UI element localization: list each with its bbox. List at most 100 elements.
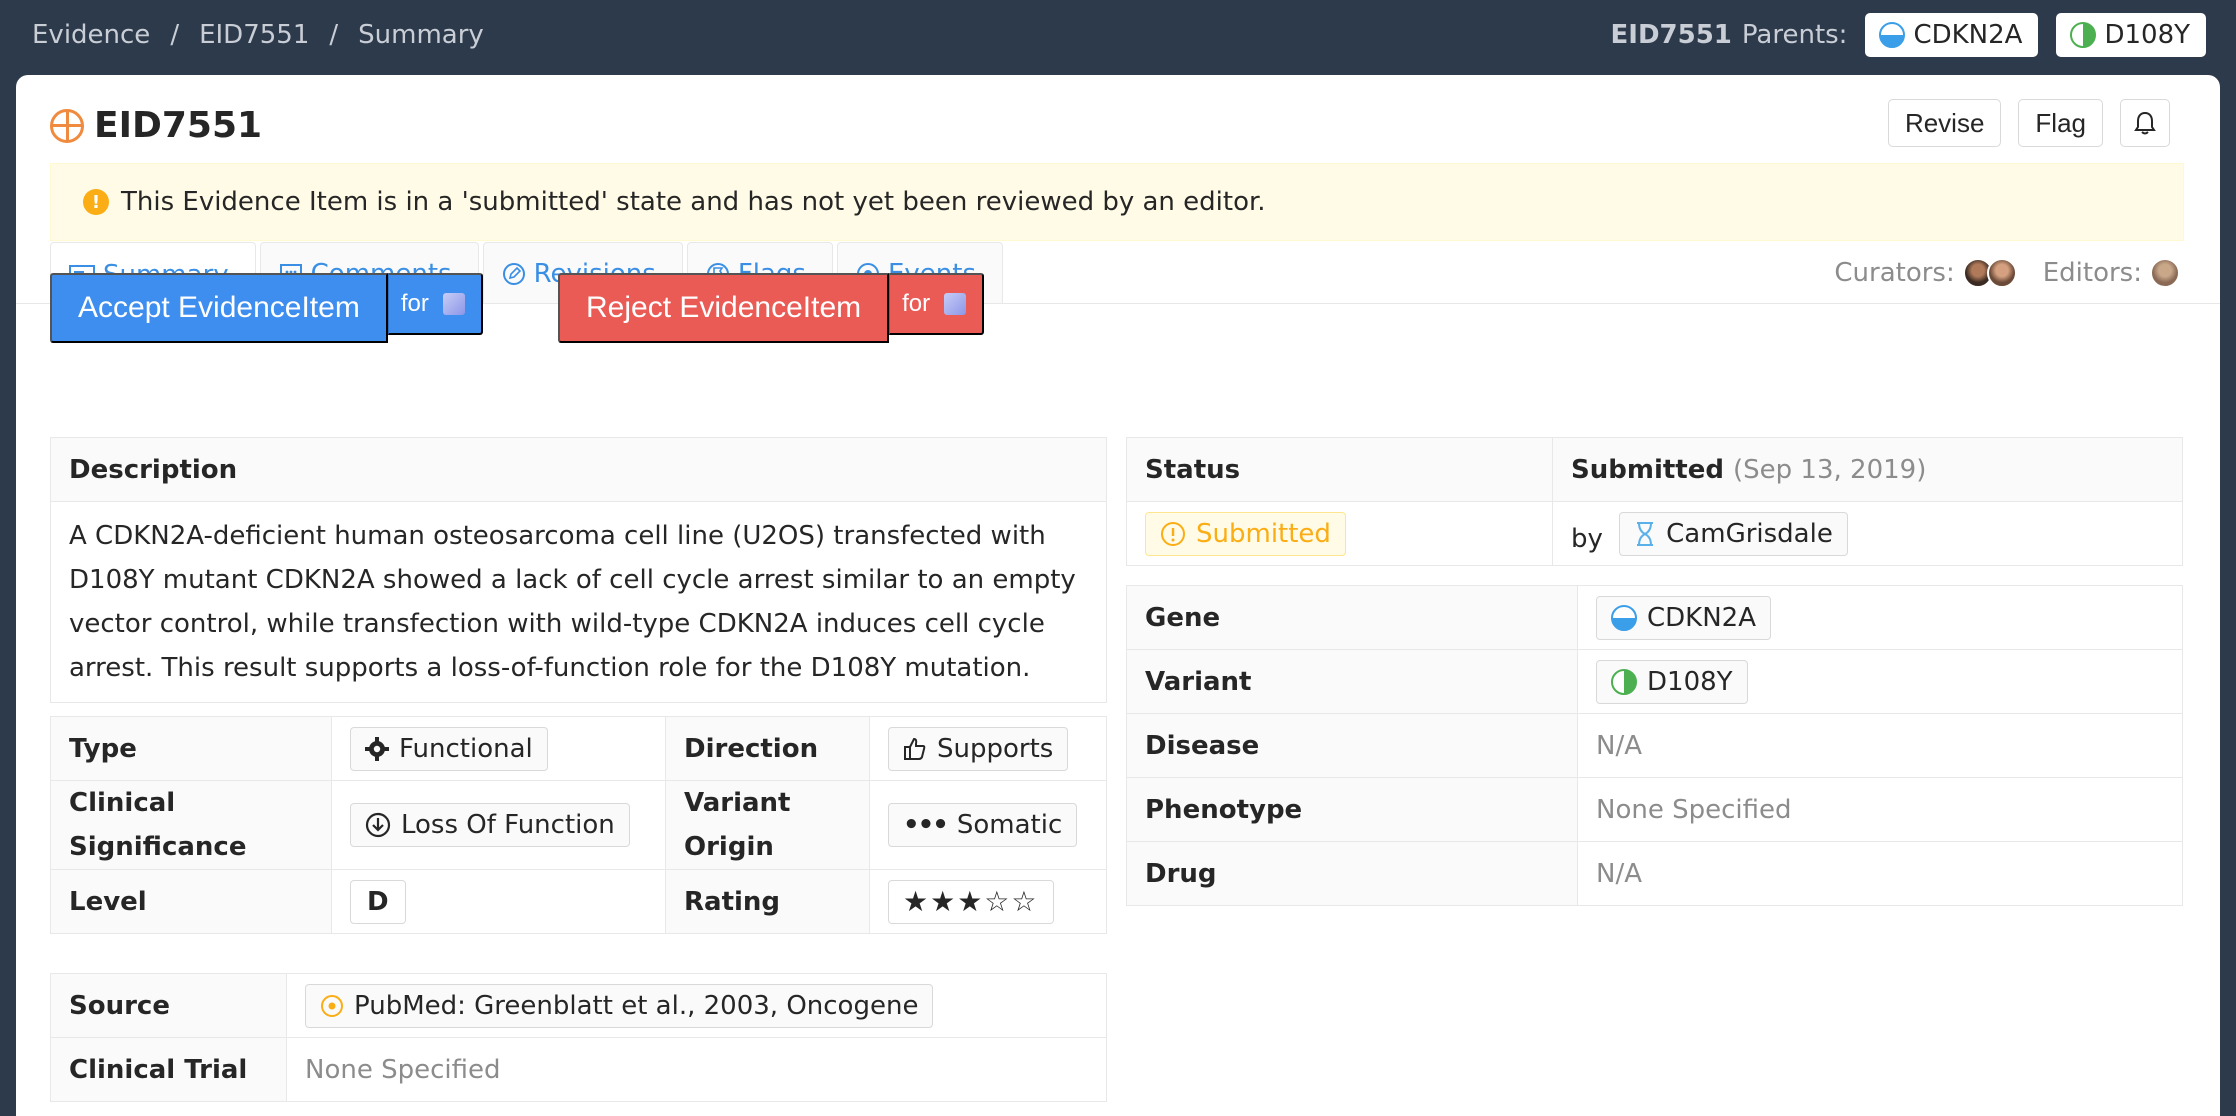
reject-for-selector[interactable]: for (889, 273, 985, 335)
clinical-significance-value: Loss Of Function (401, 810, 615, 840)
reject-button[interactable]: Reject EvidenceItem (558, 273, 890, 343)
drug-label: Drug (1126, 841, 1578, 906)
source-cell: PubMed: Greenblatt et al., 2003, Oncogen… (286, 973, 1107, 1038)
accept-for-label: for (400, 290, 429, 317)
revise-button[interactable]: Revise (1887, 99, 2002, 147)
hourglass-icon (1637, 521, 1654, 546)
phenotype-label: Phenotype (1126, 777, 1578, 842)
status-date: (Sep 13, 2019) (1733, 454, 1927, 485)
submitted-by-label: by (1571, 523, 1603, 554)
disease-label: Disease (1126, 713, 1578, 778)
rating-label: Rating (665, 869, 870, 934)
description-text: A CDKN2A-deficient human osteosarcoma ce… (50, 501, 1107, 703)
status-alert: ! This Evidence Item is in a 'submitted'… (50, 163, 2184, 241)
variant-value: D108Y (1647, 666, 1733, 697)
parent-variant-tag[interactable]: D108Y (2056, 13, 2206, 57)
clinical-trial-value: None Specified (286, 1037, 1107, 1102)
arrow-down-circle-icon (365, 812, 391, 838)
phenotype-value: None Specified (1577, 777, 2183, 842)
type-tag[interactable]: Functional (350, 726, 548, 771)
variant-icon (1611, 668, 1637, 695)
status-table: Status Submitted (Sep 13, 2019) Submitte… (1126, 437, 2183, 566)
source-icon (321, 994, 343, 1017)
source-label: Source (50, 973, 287, 1038)
level-cell: D (331, 869, 666, 934)
attributes-table: Type Functional Direction Supports Clini… (50, 716, 1107, 934)
alert-text: This Evidence Item is in a 'submitted' s… (121, 187, 1266, 217)
variant-origin-cell: ••• Somatic (869, 780, 1107, 870)
clinical-trial-label: Clinical Trial (50, 1037, 287, 1102)
level-label: Level (50, 869, 332, 934)
entities-table: Gene CDKN2A Variant D108Y Disease N/A Ph… (1126, 585, 2183, 906)
level-tag[interactable]: D (350, 879, 406, 924)
breadcrumb-summary: Summary (358, 20, 484, 50)
type-cell: Functional (331, 716, 666, 781)
parents-label: Parents: (1741, 20, 1848, 50)
rating-stars[interactable]: ★★★☆☆ (888, 879, 1054, 924)
subscribe-button[interactable] (2120, 99, 2170, 147)
variant-icon (2070, 22, 2097, 48)
parents-eid: EID7551 (1610, 20, 1732, 50)
warning-icon: ! (83, 189, 109, 215)
direction-value: Supports (937, 733, 1054, 764)
organization-icon (442, 293, 465, 315)
drug-value: N/A (1577, 841, 2183, 906)
header-actions: Revise Flag (1887, 99, 2170, 147)
parent-gene-tag[interactable]: CDKN2A (1865, 13, 2039, 57)
breadcrumb: Evidence / EID7551 / Summary (32, 20, 484, 50)
parent-variant-name: D108Y (2104, 20, 2190, 50)
status-badge-cell: Submitted (1126, 501, 1553, 566)
accept-for-selector[interactable]: for (387, 273, 483, 335)
variant-cell: D108Y (1577, 649, 2183, 714)
gene-cell: CDKN2A (1577, 585, 2183, 650)
exclamation-circle-icon (1161, 521, 1185, 546)
direction-label: Direction (665, 716, 870, 781)
status-badge-text: Submitted (1196, 518, 1331, 549)
source-value: PubMed: Greenblatt et al., 2003, Oncogen… (354, 990, 919, 1021)
top-bar: Evidence / EID7551 / Summary EID7551 Par… (0, 0, 2236, 74)
variant-origin-tag[interactable]: ••• Somatic (888, 803, 1078, 847)
submitted-by-cell: by CamGrisdale (1552, 501, 2183, 566)
status-header: Submitted (Sep 13, 2019) (1552, 437, 2183, 502)
organization-icon (944, 293, 967, 315)
description-label: Description (50, 437, 1107, 502)
accept-button[interactable]: Accept EvidenceItem (50, 273, 388, 343)
gene-value: CDKN2A (1647, 602, 1757, 633)
user-name: CamGrisdale (1666, 518, 1833, 549)
direction-tag[interactable]: Supports (888, 726, 1069, 771)
avatar[interactable] (1986, 258, 2017, 288)
source-table: Source PubMed: Greenblatt et al., 2003, … (50, 973, 1107, 1102)
gene-icon (1879, 22, 1906, 48)
gene-icon (1611, 604, 1637, 631)
disease-value: N/A (1577, 713, 2183, 778)
parent-gene-name: CDKN2A (1913, 20, 2023, 50)
breadcrumb-eid[interactable]: EID7551 (199, 20, 309, 50)
variant-tag[interactable]: D108Y (1596, 659, 1748, 704)
variant-origin-label: Variant Origin (665, 780, 870, 870)
description-table: Description A CDKN2A-deficient human ost… (50, 437, 1107, 703)
rating-cell: ★★★☆☆ (869, 869, 1107, 934)
gene-label: Gene (1126, 585, 1578, 650)
bell-icon (2134, 111, 2156, 135)
reject-group: Reject EvidenceItem for (558, 273, 985, 343)
gene-tag[interactable]: CDKN2A (1596, 595, 1772, 640)
variant-origin-value: Somatic (956, 810, 1063, 840)
evidence-icon (50, 108, 84, 143)
edit-icon (502, 262, 525, 285)
avatar[interactable] (2150, 258, 2180, 288)
user-tag[interactable]: CamGrisdale (1619, 511, 1848, 556)
ellipsis-icon: ••• (903, 810, 949, 840)
curators-editors: Curators: Editors: (1834, 258, 2180, 288)
flag-button[interactable]: Flag (2018, 99, 2103, 147)
clinical-significance-tag[interactable]: Loss Of Function (350, 803, 630, 847)
status-label: Status (1126, 437, 1553, 502)
type-label: Type (50, 716, 332, 781)
breadcrumb-separator: / (329, 20, 339, 50)
thumbs-up-icon (904, 737, 926, 760)
type-value: Functional (399, 733, 533, 764)
breadcrumb-evidence[interactable]: Evidence (32, 20, 150, 50)
source-tag[interactable]: PubMed: Greenblatt et al., 2003, Oncogen… (305, 983, 934, 1028)
gear-icon (365, 736, 389, 761)
breadcrumb-separator: / (170, 20, 180, 50)
status-badge: Submitted (1145, 511, 1346, 556)
